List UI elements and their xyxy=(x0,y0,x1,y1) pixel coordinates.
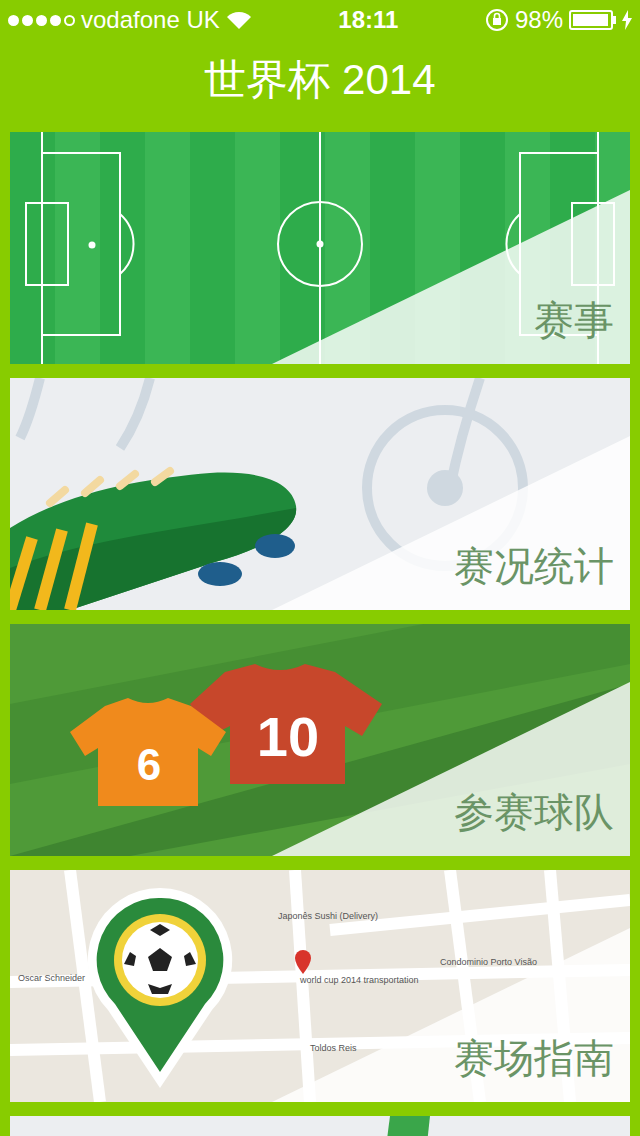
battery-percent: 98% xyxy=(515,2,563,38)
menu-card[interactable]: world cup 2014 transportation Japonês Sus… xyxy=(10,870,630,1102)
map-label: world cup 2014 transportation xyxy=(300,976,419,986)
signal-icon xyxy=(8,15,75,26)
red-shirt-icon xyxy=(190,664,382,784)
charging-icon xyxy=(622,10,632,30)
card-label: 赛况统计 xyxy=(454,542,614,590)
app: vodafone UK 18:11 98% 世界杯 2014 赛事赛况统计 10 6 参赛球队… xyxy=(0,0,640,1136)
map-label: Toldos Reis xyxy=(310,1044,357,1054)
map-label: Oscar Schneider xyxy=(18,974,85,984)
rotation-lock-icon xyxy=(485,8,509,32)
card-label: 赛事 xyxy=(534,296,614,344)
map-label: Japonês Sushi (Delivery) xyxy=(278,912,378,922)
clock: 18:11 xyxy=(338,2,398,38)
partial-art xyxy=(10,1116,630,1136)
menu-card[interactable]: 10 6 参赛球队 xyxy=(10,624,630,856)
shirt-number: 10 xyxy=(257,705,319,768)
card-list: 赛事赛况统计 10 6 参赛球队 world cup 2014 transportati… xyxy=(0,120,640,1136)
menu-card[interactable] xyxy=(10,1116,630,1136)
carrier: vodafone UK xyxy=(81,2,220,38)
card-label: 赛场指南 xyxy=(454,1034,614,1082)
ball-icon xyxy=(122,922,198,998)
menu-card[interactable]: 赛事 xyxy=(10,132,630,364)
menu-card[interactable]: 赛况统计 xyxy=(10,378,630,610)
pin-icon xyxy=(88,888,232,1088)
page-title: 世界杯 2014 xyxy=(204,59,435,101)
status-bar: vodafone UK 18:11 98% xyxy=(0,0,640,40)
orange-shirt-icon xyxy=(70,698,226,806)
wifi-icon xyxy=(226,10,252,30)
shirt-number: 6 xyxy=(137,740,161,789)
card-label: 参赛球队 xyxy=(454,788,614,836)
marker-icon xyxy=(295,950,311,974)
nav-bar: 世界杯 2014 xyxy=(0,40,640,120)
battery-icon xyxy=(569,10,616,30)
map-label: Condominio Porto Visão xyxy=(440,958,537,968)
